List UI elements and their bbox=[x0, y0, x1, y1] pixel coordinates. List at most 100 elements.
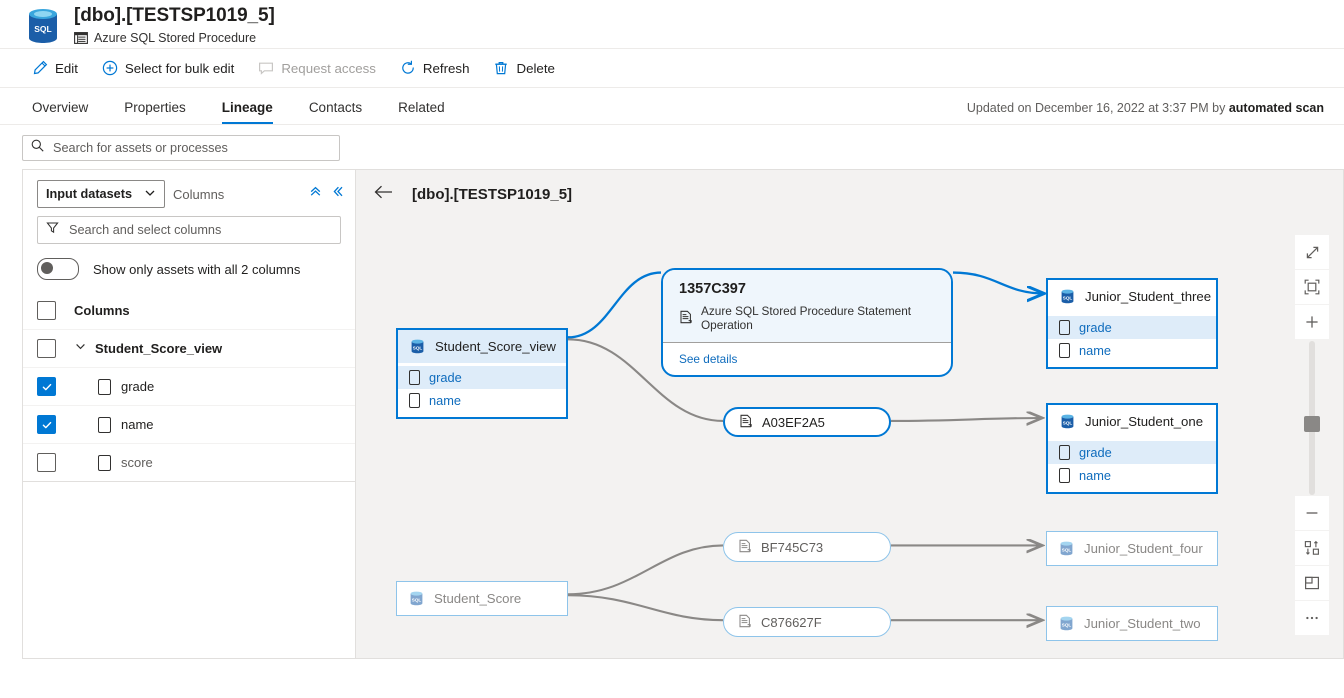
node-column-grade[interactable]: grade bbox=[1048, 441, 1216, 464]
list-item[interactable]: grade bbox=[23, 368, 355, 406]
process-node-c876627f[interactable]: C876627F bbox=[723, 607, 891, 637]
lineage-canvas[interactable]: [dbo].[TESTSP1019_5] bbox=[356, 169, 1344, 659]
column-cell-score: score bbox=[98, 455, 153, 471]
delete-label: Delete bbox=[516, 61, 554, 76]
node-title: Junior_Student_two bbox=[1084, 616, 1201, 631]
lineage-page: SQL [dbo].[TESTSP1019_5] Azure SQL Store… bbox=[0, 0, 1344, 698]
filter-icon bbox=[46, 221, 59, 239]
command-bar: Edit Select for bulk edit Request access… bbox=[0, 48, 1344, 88]
select-for-bulk-edit-button[interactable]: Select for bulk edit bbox=[90, 53, 246, 83]
node-header: SQL Student_Score_view bbox=[398, 330, 566, 363]
tab-properties[interactable]: Properties bbox=[112, 100, 198, 124]
dataset-checkbox[interactable] bbox=[37, 339, 56, 358]
tab-lineage[interactable]: Lineage bbox=[210, 100, 285, 124]
node-column-label: name bbox=[1079, 343, 1111, 358]
search-box[interactable] bbox=[22, 135, 340, 161]
column-checkbox-grade[interactable] bbox=[37, 377, 56, 396]
node-title: Junior_Student_three bbox=[1085, 289, 1211, 304]
pencil-icon bbox=[32, 60, 48, 76]
process-node-body: 1357C397 Azure SQL Stored Procedure Stat… bbox=[663, 270, 951, 342]
column-checkbox-score[interactable] bbox=[37, 453, 56, 472]
chevron-down-icon[interactable] bbox=[74, 340, 87, 358]
more-options-button[interactable] bbox=[1295, 601, 1329, 635]
columns-panel-header: Input datasets Columns bbox=[23, 170, 355, 214]
zoom-slider-thumb[interactable] bbox=[1304, 416, 1320, 432]
header-text: [dbo].[TESTSP1019_5] Azure SQL Stored Pr… bbox=[74, 5, 275, 45]
column-checkbox-name[interactable] bbox=[37, 415, 56, 434]
process-title: C876627F bbox=[761, 615, 822, 630]
refresh-label: Refresh bbox=[423, 61, 470, 76]
list-item[interactable]: score bbox=[23, 444, 355, 482]
updated-text: Updated on December 16, 2022 at 3:37 PM … bbox=[967, 101, 1229, 115]
sql-table-icon: SQL bbox=[408, 590, 425, 607]
plus-circle-icon bbox=[102, 60, 118, 76]
dataset-direction-select[interactable]: Input datasets bbox=[37, 180, 165, 208]
svg-text:SQL: SQL bbox=[1063, 420, 1073, 425]
column-search-box[interactable] bbox=[37, 216, 341, 244]
double-chevron-left-icon[interactable] bbox=[332, 185, 345, 203]
process-subtitle: Azure SQL Stored Procedure Statement Ope… bbox=[701, 304, 935, 332]
node-column-name[interactable]: name bbox=[1048, 339, 1216, 362]
dataset-node-junior-student-four[interactable]: SQL Junior_Student_four bbox=[1046, 531, 1218, 566]
dataset-node-junior-student-two[interactable]: SQL Junior_Student_two bbox=[1046, 606, 1218, 641]
column-icon bbox=[98, 455, 111, 471]
node-header: SQL Student_Score bbox=[397, 582, 567, 615]
node-column-label: grade bbox=[429, 370, 462, 385]
main-content: Input datasets Columns bbox=[0, 169, 1344, 659]
page-header: SQL [dbo].[TESTSP1019_5] Azure SQL Store… bbox=[0, 0, 1344, 48]
show-only-all-columns-toggle[interactable] bbox=[37, 258, 79, 280]
dataset-direction-label: Input datasets bbox=[46, 187, 132, 201]
list-item[interactable]: Columns bbox=[23, 292, 355, 330]
edit-button[interactable]: Edit bbox=[20, 53, 90, 83]
column-search-input[interactable] bbox=[67, 222, 332, 238]
delete-button[interactable]: Delete bbox=[481, 53, 566, 83]
node-column-name[interactable]: name bbox=[1048, 464, 1216, 487]
svg-text:SQL: SQL bbox=[34, 24, 51, 34]
dataset-node-student-score[interactable]: SQL Student_Score bbox=[396, 581, 568, 616]
dataset-node-junior-student-three[interactable]: SQL Junior_Student_three grade name bbox=[1046, 278, 1218, 369]
process-node-a03ef2a5[interactable]: A03EF2A5 bbox=[723, 407, 891, 437]
switch-direction-button[interactable] bbox=[1295, 531, 1329, 565]
columns-header-checkbox[interactable] bbox=[37, 301, 56, 320]
search-input[interactable] bbox=[51, 140, 331, 156]
fit-to-screen-button[interactable] bbox=[1295, 270, 1329, 304]
node-columns: grade name bbox=[398, 363, 566, 417]
process-subtitle-row: Azure SQL Stored Procedure Statement Ope… bbox=[679, 304, 935, 332]
zoom-out-button[interactable] bbox=[1295, 496, 1329, 530]
process-document-icon bbox=[738, 614, 752, 631]
zoom-slider[interactable] bbox=[1295, 341, 1329, 495]
process-node-1357c397[interactable]: 1357C397 Azure SQL Stored Procedure Stat… bbox=[661, 268, 953, 377]
see-details-link[interactable]: See details bbox=[663, 342, 951, 375]
list-item[interactable]: Student_Score_view bbox=[23, 330, 355, 368]
graph-toolbar bbox=[1295, 235, 1329, 636]
svg-text:SQL: SQL bbox=[1062, 547, 1072, 552]
toggle-panel-button[interactable] bbox=[1295, 566, 1329, 600]
process-document-icon bbox=[739, 414, 753, 431]
node-column-grade[interactable]: grade bbox=[1048, 316, 1216, 339]
double-chevron-up-icon[interactable] bbox=[309, 185, 322, 203]
node-column-grade[interactable]: grade bbox=[398, 366, 566, 389]
node-column-label: name bbox=[429, 393, 461, 408]
svg-text:SQL: SQL bbox=[413, 345, 423, 350]
sql-table-icon: SQL bbox=[1059, 413, 1076, 430]
column-cell-grade: grade bbox=[98, 379, 154, 395]
svg-text:SQL: SQL bbox=[1063, 295, 1073, 300]
list-item[interactable]: name bbox=[23, 406, 355, 444]
node-title: Student_Score bbox=[434, 591, 521, 606]
process-node-bf745c73[interactable]: BF745C73 bbox=[723, 532, 891, 562]
asset-type-label: Azure SQL Stored Procedure bbox=[94, 31, 256, 45]
global-search-row bbox=[0, 125, 1344, 169]
dataset-node-junior-student-one[interactable]: SQL Junior_Student_one grade name bbox=[1046, 403, 1218, 494]
tab-overview[interactable]: Overview bbox=[20, 100, 100, 124]
tab-contacts[interactable]: Contacts bbox=[297, 100, 374, 124]
tab-related[interactable]: Related bbox=[386, 100, 457, 124]
zoom-in-button[interactable] bbox=[1295, 305, 1329, 339]
process-title: 1357C397 bbox=[679, 281, 935, 297]
expand-button[interactable] bbox=[1295, 235, 1329, 269]
refresh-icon bbox=[400, 60, 416, 76]
column-icon bbox=[1059, 468, 1070, 483]
refresh-button[interactable]: Refresh bbox=[388, 53, 482, 83]
dataset-node-student-score-view[interactable]: SQL Student_Score_view grade name bbox=[396, 328, 568, 419]
node-header: SQL Junior_Student_two bbox=[1047, 607, 1217, 640]
node-column-name[interactable]: name bbox=[398, 389, 566, 412]
